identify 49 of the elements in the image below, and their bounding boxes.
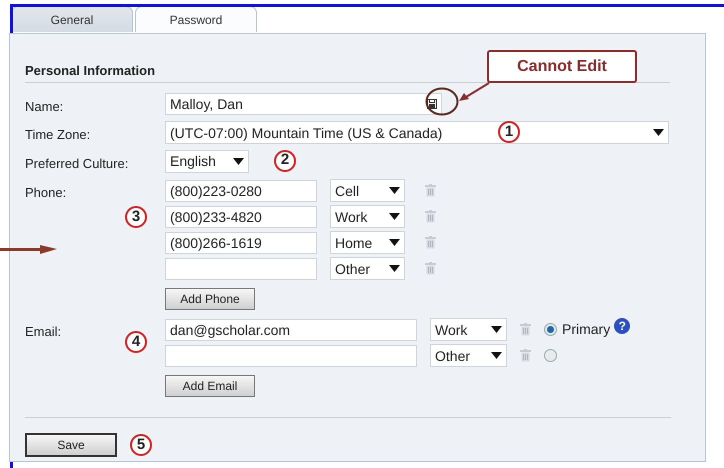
caret-icon — [389, 265, 400, 272]
type-select[interactable]: Home — [330, 231, 405, 254]
trash-icon[interactable] — [425, 184, 436, 197]
tab[interactable]: General — [11, 6, 133, 32]
type-select[interactable]: English — [165, 150, 249, 172]
save-button[interactable]: Save — [25, 433, 117, 457]
trash-icon[interactable] — [425, 236, 436, 249]
add-phone-button[interactable]: Add Phone — [165, 288, 255, 310]
caret-icon — [491, 326, 502, 333]
type-select[interactable]: Cell — [330, 179, 405, 202]
trash-icon[interactable] — [520, 323, 531, 336]
phone-field[interactable]: (800)266-1619 — [165, 232, 317, 254]
field-label: Time Zone: — [25, 126, 92, 144]
number-marker: 2 — [274, 150, 296, 172]
phone-field[interactable] — [165, 258, 317, 280]
tab[interactable]: Password — [135, 6, 257, 32]
phone-field[interactable]: (800)233-4820 — [165, 206, 317, 228]
type-select[interactable]: Work — [330, 205, 405, 228]
type-select[interactable]: Work — [430, 318, 507, 341]
trash-icon[interactable] — [520, 349, 531, 362]
trash-icon[interactable] — [425, 262, 436, 275]
help-icon[interactable]: ? — [614, 318, 630, 334]
caret-icon — [653, 129, 664, 136]
phone-field[interactable]: (800)223-0280 — [165, 180, 317, 202]
email-field[interactable] — [165, 344, 417, 366]
field-label: Email: — [25, 324, 62, 339]
type-select[interactable]: Other — [330, 257, 405, 280]
trash-icon[interactable] — [425, 210, 436, 223]
field-label: Name: — [25, 98, 64, 116]
primary-radio[interactable] — [544, 323, 557, 336]
field-label: Preferred Culture: — [25, 154, 130, 172]
primary-label: Primary — [562, 320, 610, 339]
primary-radio[interactable] — [544, 349, 557, 362]
callout-arrow — [458, 82, 490, 102]
field-label: Phone: — [25, 185, 66, 200]
callout-label: Cannot Edit — [487, 50, 637, 83]
add-email-button[interactable]: Add Email — [165, 375, 255, 397]
caret-icon — [389, 187, 400, 194]
number-marker: 4 — [125, 331, 147, 353]
number-marker: 5 — [130, 434, 152, 456]
number-marker: 3 — [125, 206, 147, 228]
name-field: Malloy, Dan — [165, 92, 442, 114]
caret-icon — [233, 158, 244, 164]
type-select[interactable]: Other — [430, 344, 507, 367]
email-field[interactable]: dan@gscholar.com — [165, 318, 417, 340]
caret-icon — [491, 352, 502, 359]
caret-icon — [389, 239, 400, 246]
highlight-circle — [425, 87, 459, 116]
caret-icon — [389, 213, 400, 220]
